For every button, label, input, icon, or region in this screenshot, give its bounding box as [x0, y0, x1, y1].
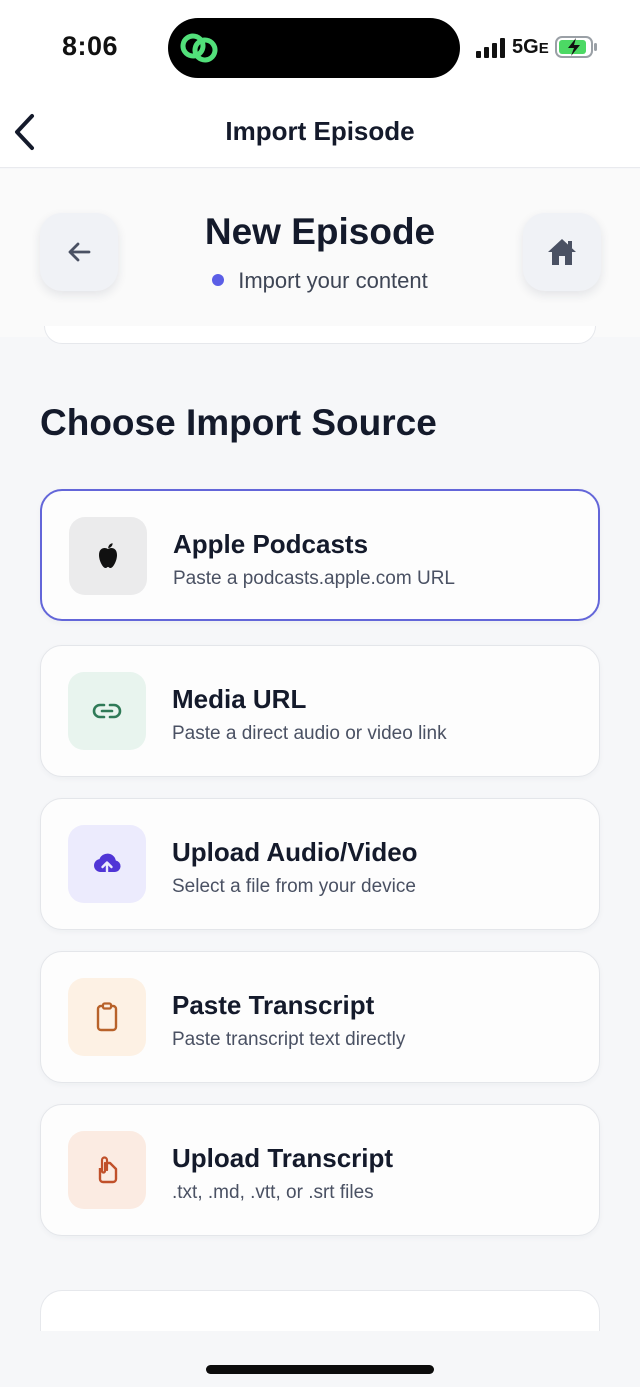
- source-icon-box: [68, 825, 146, 903]
- source-title: Upload Transcript: [172, 1143, 394, 1173]
- signal-bars-icon: [476, 38, 505, 58]
- source-subtitle: Select a file from your device: [172, 876, 416, 897]
- source-card-upload-transcript[interactable]: Upload Transcript .txt, .md, .vtt, or .s…: [40, 1104, 600, 1236]
- dynamic-island: [168, 18, 460, 78]
- network-label: 5GE: [512, 36, 549, 59]
- status-dot: [212, 274, 225, 286]
- clipboard-icon: [96, 1002, 118, 1032]
- battery-charging-icon: [555, 36, 597, 58]
- cloud-upload-icon: [94, 853, 121, 877]
- source-card-apple-podcasts[interactable]: Apple Podcasts Paste a podcasts.apple.co…: [40, 489, 600, 621]
- footer-strip: [0, 1331, 640, 1387]
- nav-title: Import Episode: [225, 116, 415, 146]
- source-icon-box: [68, 672, 146, 750]
- source-subtitle: Paste transcript text directly: [172, 1029, 406, 1050]
- source-icon-box: [69, 517, 147, 595]
- source-subtitle: Paste a direct audio or video link: [172, 723, 447, 744]
- source-title: Apple Podcasts: [173, 529, 369, 559]
- source-icon-box: [68, 1131, 146, 1209]
- source-title: Media URL: [172, 684, 307, 714]
- network-suffix: E: [538, 40, 549, 57]
- link-icon: [92, 703, 122, 719]
- previous-card-edge: [44, 326, 596, 344]
- status-time: 8:06: [62, 31, 119, 61]
- source-title: Upload Audio/Video: [172, 837, 418, 867]
- home-button[interactable]: [523, 213, 601, 291]
- source-card-upload-audio-video[interactable]: Upload Audio/Video Select a file from yo…: [40, 798, 600, 930]
- apple-icon: [99, 543, 117, 568]
- status-bar: 8:06 5GE: [0, 0, 640, 96]
- source-card-paste-transcript[interactable]: Paste Transcript Paste transcript text d…: [40, 951, 600, 1083]
- link-rings-icon: [180, 33, 218, 63]
- file-attachment-icon: [98, 1156, 118, 1184]
- screen: 8:06 5GE Import Episode New Episode Impo…: [0, 0, 640, 1387]
- page-subtitle-text: Import your content: [238, 268, 428, 293]
- home-indicator[interactable]: [206, 1365, 434, 1374]
- navigation-bar: Import Episode: [0, 96, 640, 168]
- source-title: Paste Transcript: [172, 990, 375, 1020]
- source-subtitle: .txt, .md, .vtt, or .srt files: [172, 1182, 374, 1203]
- source-card-media-url[interactable]: Media URL Paste a direct audio or video …: [40, 645, 600, 777]
- home-icon: [548, 239, 576, 265]
- section-title: Choose Import Source: [40, 402, 437, 443]
- source-subtitle: Paste a podcasts.apple.com URL: [173, 568, 455, 589]
- source-icon-box: [68, 978, 146, 1056]
- network-type: 5G: [512, 36, 539, 58]
- page-header: New Episode Import your content: [0, 169, 640, 337]
